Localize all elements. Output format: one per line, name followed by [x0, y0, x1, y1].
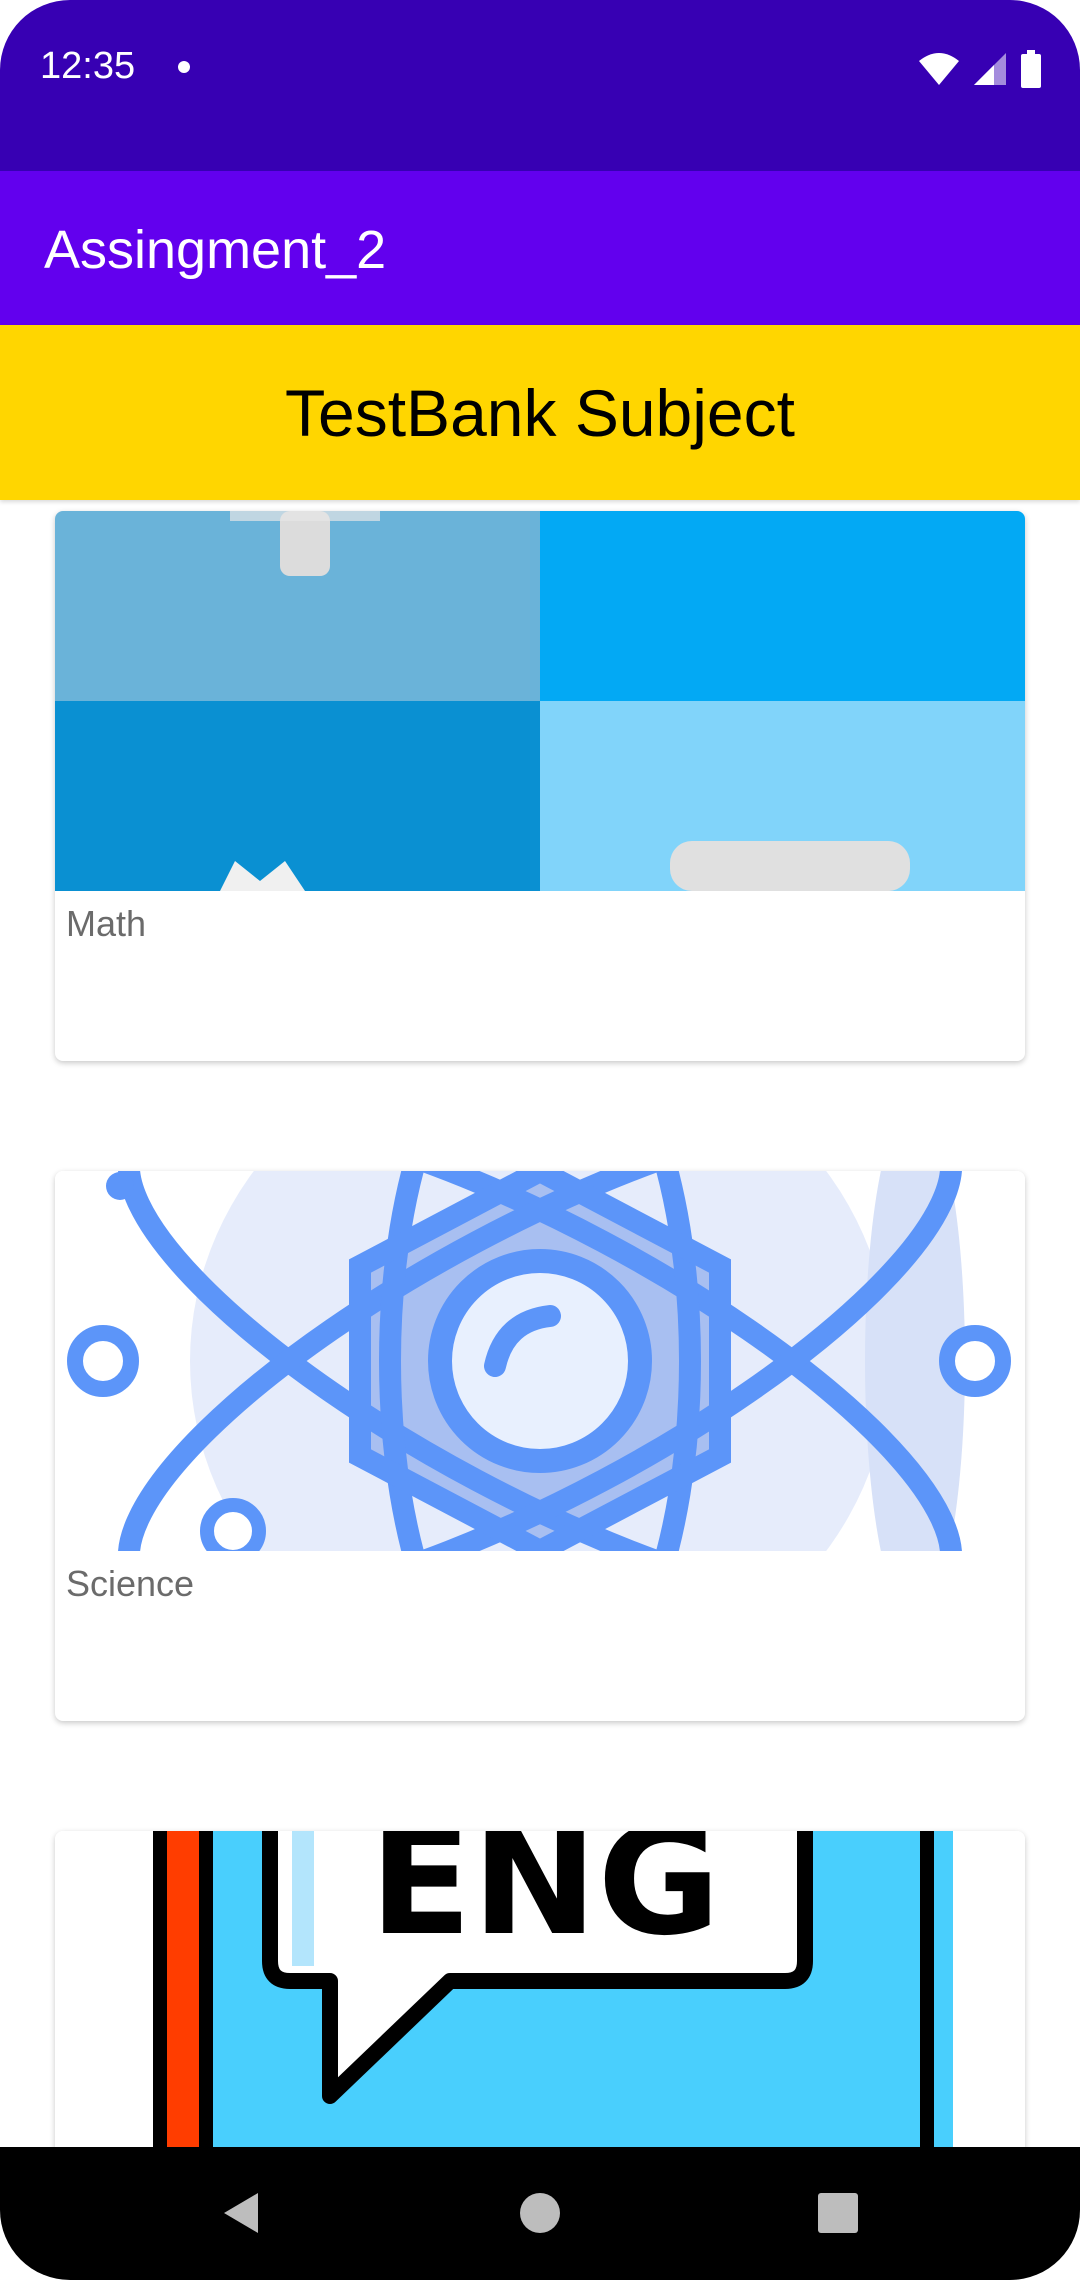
math-tiles-image — [55, 511, 1025, 891]
screen: 12:35 Assingment_2 TestBank Subject Math… — [0, 0, 1080, 2280]
subject-card-math[interactable]: Math — [55, 511, 1025, 1061]
battery-icon — [1021, 50, 1041, 88]
header-title: TestBank Subject — [285, 375, 795, 450]
wifi-icon — [919, 53, 959, 85]
signal-icon — [974, 53, 1006, 85]
eng-book-image: ENG — [55, 1831, 1025, 2147]
notification-dot-icon — [178, 61, 190, 73]
status-time: 12:35 — [40, 45, 136, 87]
subject-list[interactable]: Math Science ENG — [0, 500, 1080, 2147]
home-button[interactable] — [504, 2177, 576, 2249]
atom-image — [55, 1171, 1025, 1551]
app-bar: Assingment_2 — [0, 171, 1080, 325]
eng-label: ENG — [369, 1831, 720, 1969]
navigation-bar — [0, 2147, 1080, 2280]
home-icon — [520, 2193, 560, 2233]
header-banner: TestBank Subject — [0, 325, 1080, 500]
subject-card-science[interactable]: Science — [55, 1171, 1025, 1721]
status-icons — [918, 50, 1042, 88]
recents-button[interactable] — [802, 2177, 874, 2249]
subject-label: Science — [66, 1563, 195, 1604]
subject-card-english[interactable]: ENG — [55, 1831, 1025, 2147]
back-icon — [224, 2193, 258, 2233]
subject-label: Math — [66, 903, 147, 944]
status-bar: 12:35 — [0, 0, 1080, 171]
back-button[interactable] — [205, 2177, 277, 2249]
recents-icon — [818, 2193, 858, 2233]
app-title: Assingment_2 — [44, 220, 387, 280]
